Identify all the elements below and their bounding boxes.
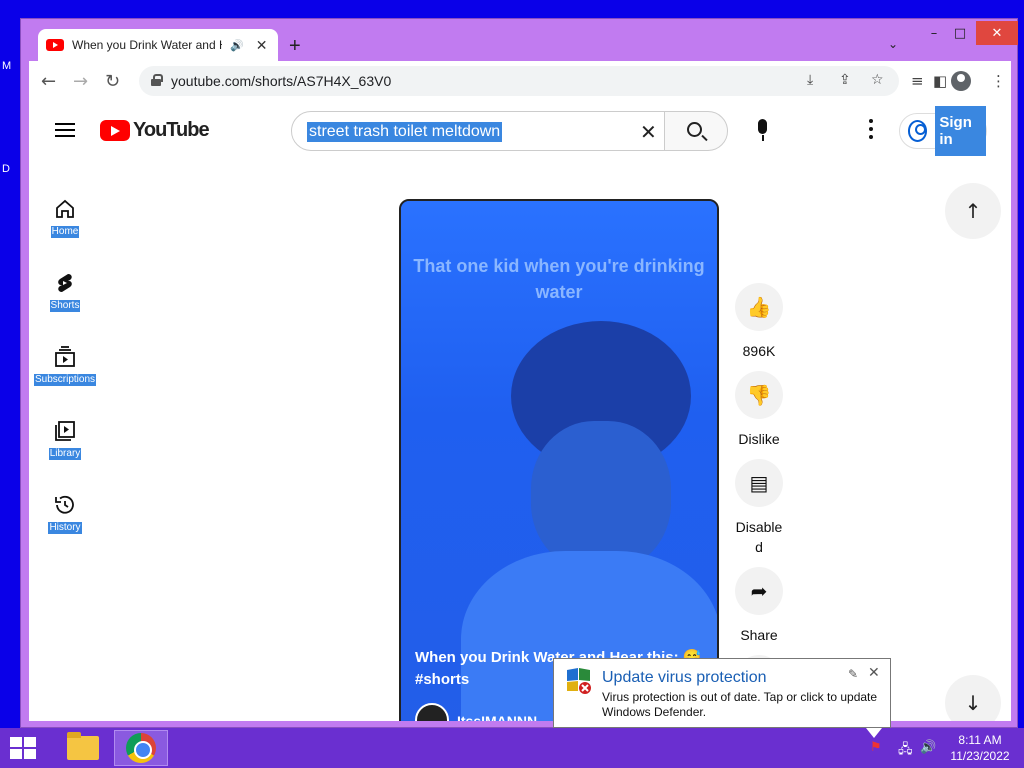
settings-kebab-icon[interactable] <box>869 119 873 139</box>
dislike-action[interactable]: 👎 Dislike <box>729 371 789 449</box>
sidebar-item-library[interactable]: Library <box>29 419 101 461</box>
share-action[interactable]: ➦ Share <box>729 567 789 645</box>
side-panel-icon[interactable]: ◧ <box>933 72 947 90</box>
bookmark-star-icon[interactable]: ☆ <box>871 72 884 88</box>
share-page-icon[interactable]: ⇪ <box>839 72 851 88</box>
search-query[interactable]: street trash toilet meltdown <box>307 122 503 142</box>
system-clock[interactable]: 8:11 AM 11/23/2022 <box>940 732 1020 764</box>
windows-defender-flag-icon <box>567 668 591 694</box>
close-window-button[interactable]: ✕ <box>976 21 1018 45</box>
browser-toolbar: ← → ↻ youtube.com/shorts/AS7H4X_63V0 ⤓ ⇪… <box>29 61 1011 103</box>
speaker-icon[interactable]: 🔊 <box>230 39 244 52</box>
notification-title: Update virus protection <box>602 669 767 686</box>
notification-close-icon[interactable]: ✕ <box>868 665 880 681</box>
browser-tab[interactable]: When you Drink Water and H 🔊 ✕ <box>38 29 278 61</box>
dislike-label: Dislike <box>738 431 780 447</box>
back-arrow-icon[interactable]: ← <box>41 71 56 92</box>
new-tab-button[interactable]: + <box>289 35 301 58</box>
volume-icon[interactable]: 🔊 <box>920 740 936 755</box>
maximize-button[interactable]: □ <box>947 21 973 45</box>
sidebar-item-shorts[interactable]: Shorts <box>29 271 101 313</box>
notification-pointer <box>866 728 882 738</box>
thumbs-down-icon[interactable]: 👎 <box>735 371 783 419</box>
next-short-button[interactable]: ↓ <box>945 675 1001 721</box>
chrome-taskbar-button[interactable] <box>114 730 168 766</box>
sidebar-item-subscriptions[interactable]: Subscriptions <box>29 345 101 387</box>
network-icon[interactable]: 🖧 <box>898 740 913 762</box>
youtube-page: YouTube street trash toilet meltdown ✕ S… <box>29 103 1011 721</box>
tab-search-button[interactable]: ⌄ <box>888 37 898 51</box>
hamburger-menu-icon[interactable] <box>55 123 75 137</box>
windows-start-icon[interactable] <box>10 737 36 759</box>
sidebar-item-label: Shorts <box>49 300 81 312</box>
pin-icon[interactable]: ✎ <box>848 667 858 681</box>
file-explorer-button[interactable] <box>56 730 110 766</box>
youtube-logo-icon <box>100 120 130 141</box>
sidebar-item-home[interactable]: Home <box>29 197 101 239</box>
defender-notification[interactable]: Update virus protection Virus protection… <box>553 658 891 738</box>
sidebar-item-history[interactable]: History <box>29 493 101 535</box>
defender-warning-tray-icon[interactable]: ⚑ <box>870 740 882 755</box>
home-icon <box>56 199 74 218</box>
youtube-logo-text: YouTube <box>133 119 210 141</box>
comments-label: Disable d <box>735 519 783 555</box>
forward-arrow-icon[interactable]: → <box>73 71 88 92</box>
sign-in-label: Sign in <box>935 106 986 156</box>
history-icon <box>55 495 74 514</box>
clock-date: 11/23/2022 <box>950 749 1010 763</box>
subscriptions-icon <box>55 346 75 367</box>
desktop-letter: M <box>2 60 12 72</box>
minimize-button[interactable]: – <box>921 21 947 45</box>
sidebar-item-label: Home <box>50 226 80 238</box>
microphone-icon[interactable] <box>745 113 781 149</box>
shorts-icon <box>58 274 72 292</box>
profile-avatar-icon[interactable] <box>951 71 971 91</box>
share-label: Share <box>740 627 778 643</box>
search-input[interactable]: street trash toilet meltdown ✕ <box>291 111 665 151</box>
notification-body: Virus protection is out of date. Tap or … <box>602 690 878 719</box>
sidebar-item-label: Subscriptions <box>33 374 97 386</box>
account-icon <box>908 120 928 142</box>
library-icon <box>55 421 75 441</box>
youtube-logo[interactable]: YouTube <box>100 119 210 142</box>
browser-menu-icon[interactable]: ⋮ <box>991 72 1006 90</box>
lock-icon[interactable] <box>151 74 163 86</box>
url-text[interactable]: youtube.com/shorts/AS7H4X_63V0 <box>171 73 391 89</box>
install-icon[interactable]: ⤓ <box>807 72 813 88</box>
share-icon[interactable]: ➦ <box>735 567 783 615</box>
video-caption: That one kid when you're drinking water <box>413 256 705 302</box>
browser-window: – □ ✕ When you Drink Water and H 🔊 ✕ + ⌄… <box>20 18 1018 728</box>
desktop-letter: D <box>2 163 10 175</box>
address-bar[interactable]: youtube.com/shorts/AS7H4X_63V0 ⤓ ⇪ ☆ <box>139 66 899 96</box>
like-count: 896K <box>742 343 776 359</box>
tab-close-button[interactable]: ✕ <box>256 37 268 54</box>
clock-time: 8:11 AM <box>958 733 1002 747</box>
sidebar-item-label: Library <box>48 448 82 460</box>
channel-name[interactable]: ItssIMANNN <box>457 713 537 721</box>
comments-action[interactable]: ▤ Disable d <box>729 459 789 557</box>
sidebar-item-label: History <box>48 522 82 534</box>
media-control-icon[interactable]: ≡ <box>911 72 924 90</box>
chrome-icon <box>126 733 156 763</box>
search-button[interactable] <box>664 111 728 151</box>
folder-icon <box>67 732 99 760</box>
clear-search-icon[interactable]: ✕ <box>640 120 657 144</box>
comment-icon[interactable]: ▤ <box>735 459 783 507</box>
reload-icon[interactable]: ↻ <box>105 71 120 92</box>
short-video-player[interactable]: That one kid when you're drinking water … <box>399 199 719 721</box>
like-action[interactable]: 👍 896K <box>729 283 789 361</box>
tab-title: When you Drink Water and H <box>72 38 222 52</box>
sign-in-button[interactable]: Sign in <box>899 106 987 156</box>
search-icon <box>687 122 702 137</box>
youtube-favicon-icon <box>46 39 64 51</box>
video-figure-face <box>531 421 671 571</box>
thumbs-up-icon[interactable]: 👍 <box>735 283 783 331</box>
previous-short-button[interactable]: ↑ <box>945 183 1001 239</box>
